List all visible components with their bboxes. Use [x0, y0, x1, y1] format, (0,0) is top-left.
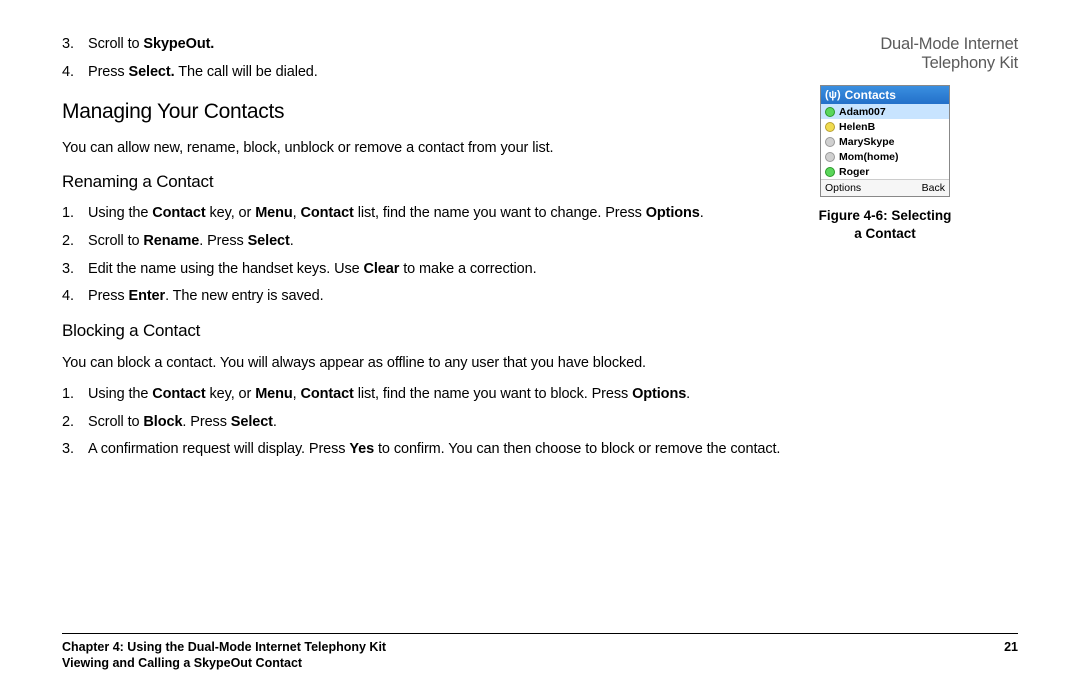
page-footer: Chapter 4: Using the Dual-Mode Internet …	[62, 633, 1018, 670]
t: list, find the name you want to change. …	[354, 205, 646, 221]
contact-row: MarySkype	[821, 134, 949, 149]
titlebar-text: Contacts	[845, 88, 896, 102]
t: A confirmation request will display. Pre…	[88, 441, 349, 457]
b: Contact	[152, 386, 205, 402]
t: . Press	[199, 233, 247, 249]
b: Options	[632, 386, 686, 402]
softkey-left: Options	[825, 182, 861, 194]
contact-row: HelenB	[821, 119, 949, 134]
section-managing-contacts: Managing Your Contacts	[62, 100, 798, 124]
rename-step-1: Using the Contact key, or Menu, Contact …	[62, 204, 798, 224]
t: key, or	[206, 386, 256, 402]
b: Yes	[349, 441, 374, 457]
contact-name: Roger	[839, 166, 869, 178]
contact-name: Adam007	[839, 106, 886, 118]
bold: SkypeOut.	[143, 36, 214, 52]
block-step-2: Scroll to Block. Press Select.	[62, 413, 798, 433]
t: Edit the name using the handset keys. Us…	[88, 261, 364, 277]
text: The call will be dialed.	[175, 64, 318, 80]
chapter-label: Chapter 4: Using the Dual-Mode Internet …	[62, 640, 386, 654]
softkey-right: Back	[922, 182, 945, 194]
t: .	[273, 414, 277, 430]
block-steps: Using the Contact key, or Menu, Contact …	[62, 385, 798, 460]
status-away-icon	[825, 122, 835, 132]
rename-step-4: Press Enter. The new entry is saved.	[62, 287, 798, 307]
caption-line: Figure 4-6: Selecting	[819, 208, 952, 223]
footer-rule	[62, 633, 1018, 634]
rename-step-3: Edit the name using the handset keys. Us…	[62, 260, 798, 280]
continued-steps: Scroll to SkypeOut. Press Select. The ca…	[62, 35, 798, 82]
t: to make a correction.	[399, 261, 536, 277]
b: Clear	[364, 261, 400, 277]
t: to confirm. You can then choose to block…	[374, 441, 780, 457]
step-3: Scroll to SkypeOut.	[62, 35, 798, 55]
t: ,	[293, 205, 301, 221]
b: Block	[143, 414, 182, 430]
subsection-blocking: Blocking a Contact	[62, 321, 798, 341]
status-online-icon	[825, 167, 835, 177]
rename-step-2: Scroll to Rename. Press Select.	[62, 232, 798, 252]
t: .	[686, 386, 690, 402]
contact-name: HelenB	[839, 121, 875, 133]
block-step-1: Using the Contact key, or Menu, Contact …	[62, 385, 798, 405]
t: Scroll to	[88, 414, 143, 430]
t: key, or	[206, 205, 256, 221]
contact-row: Roger	[821, 164, 949, 179]
text: Press	[88, 64, 129, 80]
t: Press	[88, 288, 129, 304]
subsection-renaming: Renaming a Contact	[62, 172, 798, 192]
phone-softkeys: Options Back	[821, 179, 949, 196]
t: ,	[293, 386, 301, 402]
step-4: Press Select. The call will be dialed.	[62, 63, 798, 83]
t: list, find the name you want to block. P…	[354, 386, 632, 402]
block-intro: You can block a contact. You will always…	[62, 353, 798, 373]
b: Enter	[129, 288, 166, 304]
contact-name: MarySkype	[839, 136, 894, 148]
status-offline-icon	[825, 152, 835, 162]
b: Contact	[301, 386, 354, 402]
contact-row: Mom(home)	[821, 149, 949, 164]
t: Using the	[88, 386, 152, 402]
t: .	[700, 205, 704, 221]
t: . The new entry is saved.	[165, 288, 323, 304]
status-offline-icon	[825, 137, 835, 147]
phone-titlebar: (ψ) Contacts	[821, 86, 949, 104]
section-intro: You can allow new, rename, block, unbloc…	[62, 138, 798, 158]
b: Contact	[152, 205, 205, 221]
t: . Press	[182, 414, 230, 430]
signal-icon: (ψ)	[825, 89, 841, 101]
t: .	[290, 233, 294, 249]
b: Contact	[301, 205, 354, 221]
b: Menu	[255, 205, 292, 221]
b: Select	[248, 233, 290, 249]
t: Scroll to	[88, 233, 143, 249]
rename-steps: Using the Contact key, or Menu, Contact …	[62, 204, 798, 306]
figure-caption: Figure 4-6: Selecting a Contact	[818, 207, 952, 242]
page-number: 21	[1004, 640, 1018, 654]
footer-subtitle: Viewing and Calling a SkypeOut Contact	[62, 656, 1018, 670]
b: Options	[646, 205, 700, 221]
document-title: Dual-Mode Internet Telephony Kit	[818, 35, 1018, 73]
status-online-icon	[825, 107, 835, 117]
t: Using the	[88, 205, 152, 221]
contact-row-selected: Adam007	[821, 104, 949, 119]
block-step-3: A confirmation request will display. Pre…	[62, 440, 798, 460]
contact-name: Mom(home)	[839, 151, 899, 163]
b: Select	[231, 414, 273, 430]
text: Scroll to	[88, 36, 143, 52]
b: Rename	[143, 233, 199, 249]
phone-screenshot: (ψ) Contacts Adam007 HelenB MarySkype Mo…	[820, 85, 950, 197]
bold: Select.	[129, 64, 175, 80]
caption-line: a Contact	[854, 226, 916, 241]
b: Menu	[255, 386, 292, 402]
